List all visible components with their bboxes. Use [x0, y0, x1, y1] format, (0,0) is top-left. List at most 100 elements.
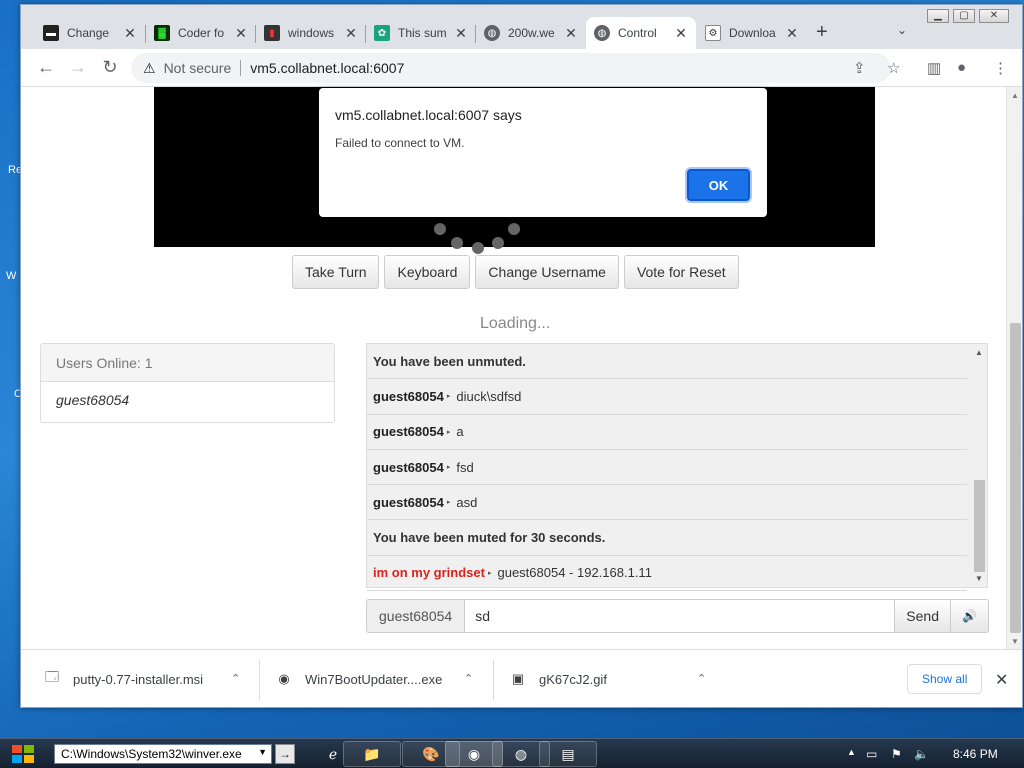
tray-expand-icon[interactable]: ▲ — [847, 747, 856, 757]
url-text[interactable]: vm5.collabnet.local:6007 — [250, 60, 404, 76]
chevron-down-icon[interactable]: ⌄ — [897, 23, 907, 37]
profile-icon[interactable]: ● — [957, 59, 966, 76]
close-icon[interactable]: ✕ — [564, 25, 578, 42]
ok-button[interactable]: OK — [687, 169, 750, 201]
sidepanel-icon[interactable]: ▥ — [927, 59, 941, 77]
image-file-icon: ▣ — [511, 671, 525, 686]
security-label[interactable]: Not secure — [164, 60, 232, 76]
globe-icon: ◍ — [594, 25, 610, 41]
show-all-button[interactable]: Show all — [907, 664, 983, 694]
users-header: Users Online: 1 — [41, 344, 334, 382]
clock[interactable]: 8:46 PM — [953, 747, 998, 761]
new-tab-button[interactable]: + — [816, 21, 828, 44]
star-icon[interactable]: ☆ — [887, 59, 900, 77]
warning-icon[interactable]: ⚠ — [143, 60, 156, 77]
chat-username: guest68054 — [373, 424, 444, 440]
change-username-button[interactable]: Change Username — [475, 255, 619, 289]
download-item[interactable]: ▣ gK67cJ2.gif — [509, 662, 607, 696]
start-button[interactable] — [12, 745, 34, 763]
download-item[interactable]: 🗔 putty-0.77-installer.msi — [43, 662, 203, 696]
back-icon[interactable]: ← — [35, 57, 57, 78]
page-scrollbar[interactable]: ▲ ▼ — [1006, 87, 1022, 649]
tab-this-sum[interactable]: ✿ This sum ✕ — [366, 17, 476, 49]
maximize-button[interactable]: ▢ — [953, 9, 975, 23]
notepad-icon[interactable]: ▤ — [539, 741, 597, 767]
app-icon: ◉ — [278, 671, 290, 686]
take-turn-button[interactable]: Take Turn — [292, 255, 380, 289]
desktop-icon-label[interactable]: W — [6, 270, 16, 282]
close-icon[interactable]: ✕ — [234, 25, 248, 42]
tab-200w[interactable]: ◍ 200w.we ✕ — [476, 17, 586, 49]
minimize-button[interactable]: ▁ — [927, 9, 949, 23]
caret-right-icon: ▸ — [487, 569, 492, 577]
dialog-message: Failed to connect to VM. — [335, 136, 465, 150]
terminal-icon: ▬ — [43, 25, 59, 41]
forward-icon[interactable]: → — [67, 57, 89, 78]
chatgpt-icon: ✿ — [374, 25, 390, 41]
close-icon[interactable]: ✕ — [454, 25, 468, 42]
tab-change[interactable]: ▬ Change ✕ — [35, 17, 145, 49]
taskbar: C:\Windows\System32\winver.exe ▼ → ℯ 📁 🎨… — [0, 738, 1024, 768]
flag-icon[interactable]: ⚑ — [891, 747, 902, 761]
send-button[interactable]: Send — [894, 600, 950, 632]
chevron-up-icon[interactable]: ⌃ — [464, 672, 473, 685]
caret-right-icon: ▸ — [446, 428, 451, 436]
tab-title: 200w.we — [508, 26, 555, 40]
scroll-thumb[interactable] — [1010, 323, 1021, 633]
tab-coder[interactable]: ▓ Coder fo ✕ — [146, 17, 256, 49]
close-icon[interactable]: ✕ — [344, 25, 358, 42]
chevron-up-icon[interactable]: ⌃ — [697, 672, 706, 685]
volume-icon[interactable]: 🔊 — [950, 600, 988, 632]
tab-download[interactable]: ⚙ Downloa ✕ — [697, 17, 807, 49]
chat-text: fsd — [456, 459, 474, 475]
chevron-up-icon[interactable]: ⌃ — [231, 672, 240, 685]
scroll-up-icon[interactable]: ▲ — [975, 348, 983, 357]
close-icon[interactable]: ✕ — [674, 25, 688, 42]
scroll-down-icon[interactable]: ▼ — [975, 574, 983, 583]
chat-message: You have been unmuted. — [367, 344, 967, 380]
close-icon[interactable]: ✕ — [123, 25, 137, 42]
user-list-item[interactable]: guest68054 — [41, 382, 334, 418]
tab-title: Change — [67, 26, 110, 40]
tab-control[interactable]: ◍ Control ✕ — [586, 17, 696, 49]
chat-message: guest68054 ▸ fsd — [367, 450, 967, 486]
tab-title: Downloa — [729, 26, 776, 40]
caret-right-icon: ▸ — [446, 464, 451, 472]
close-icon[interactable]: ✕ — [785, 25, 799, 42]
scroll-thumb[interactable] — [974, 480, 985, 572]
close-window-button[interactable]: ✕ — [979, 9, 1009, 23]
chat-text: a — [456, 424, 464, 440]
close-icon[interactable]: ✕ — [995, 670, 1008, 690]
tab-title: This sum — [398, 26, 447, 40]
scroll-up-icon[interactable]: ▲ — [1011, 91, 1019, 100]
tab-windows[interactable]: ▮ windows ✕ — [256, 17, 366, 49]
matrix-icon: ▓ — [154, 25, 170, 41]
chevron-down-icon[interactable]: ▼ — [258, 747, 267, 757]
chat-username: guest68054 — [373, 494, 444, 510]
address-toolbar-input[interactable]: C:\Windows\System32\winver.exe ▼ — [54, 744, 272, 764]
explorer-icon[interactable]: 📁 — [343, 741, 401, 767]
network-icon[interactable]: ▭ — [866, 747, 877, 761]
chat-username: guest68054 — [373, 459, 444, 475]
address-bar[interactable]: ⚠ Not secure vm5.collabnet.local:6007 — [131, 53, 891, 83]
chat-input[interactable]: sd — [465, 600, 895, 632]
chat-message: guest68054 ▸ a — [367, 415, 967, 450]
menu-icon[interactable]: ⋮ — [993, 59, 1008, 77]
loading-text: Loading... — [480, 315, 551, 332]
vm-button-row: Take Turn Keyboard Change Username Vote … — [292, 255, 739, 289]
tab-title: windows — [288, 26, 335, 40]
chat-username-admin: im on my grindset — [373, 565, 485, 581]
chat-text: asd — [456, 494, 478, 510]
vote-reset-button[interactable]: Vote for Reset — [623, 255, 739, 289]
go-arrow-icon[interactable]: → — [275, 744, 295, 764]
chat-log[interactable]: You have been unmuted. guest68054 ▸ diuc… — [366, 343, 988, 592]
download-item[interactable]: ◉ Win7BootUpdater....exe — [275, 662, 442, 696]
volume-icon[interactable]: 🔈 — [914, 747, 929, 761]
reload-icon[interactable]: ↻ — [99, 57, 121, 78]
keyboard-button[interactable]: Keyboard — [384, 255, 471, 289]
dialog-title: vm5.collabnet.local:6007 says — [335, 107, 522, 123]
scroll-down-icon[interactable]: ▼ — [1011, 637, 1019, 646]
browser-toolbar: ← → ↻ ⚠ Not secure vm5.collabnet.local:6… — [21, 49, 1022, 87]
share-icon[interactable]: ⇪ — [853, 59, 866, 77]
chat-scrollbar[interactable]: ▲ ▼ — [971, 344, 987, 587]
